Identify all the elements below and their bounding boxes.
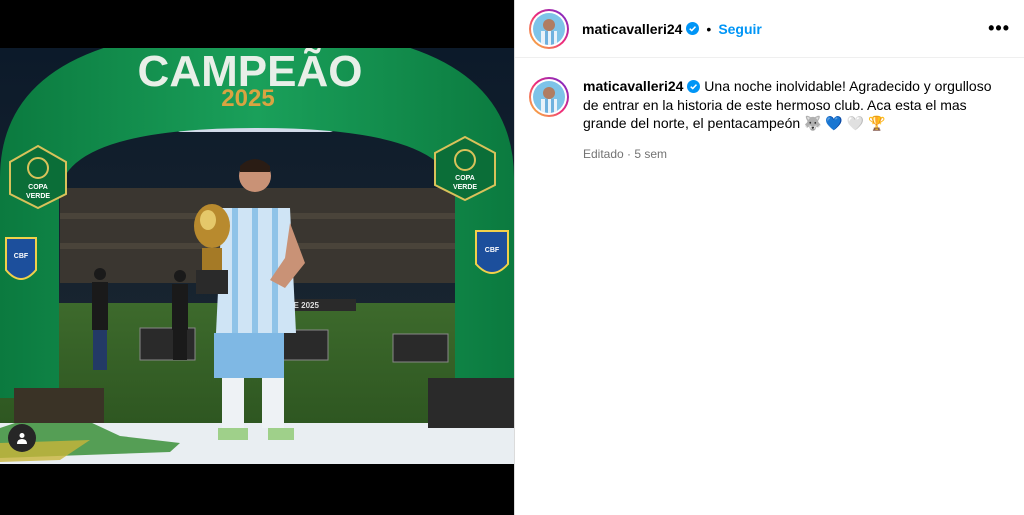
- author-avatar[interactable]: [529, 8, 569, 49]
- user-tag-button[interactable]: [8, 424, 36, 452]
- post-meta: Editado · 5 sem: [583, 146, 668, 161]
- svg-text:CBF: CBF: [14, 253, 29, 260]
- verified-badge-icon: [687, 80, 701, 93]
- svg-text:CBF: CBF: [485, 247, 500, 254]
- arch-year: 2025: [221, 85, 274, 112]
- separator-dot: •: [706, 20, 712, 37]
- post-details-pane: maticavalleri24 • Seguir ••• maticavalle…: [514, 0, 1024, 515]
- caption-text-block: maticavalleri24 Una noche inolvidable! A…: [583, 77, 998, 133]
- cbf-shield-right: CBF: [475, 230, 509, 274]
- follow-button[interactable]: Seguir: [718, 21, 762, 37]
- svg-text:VERDE: VERDE: [26, 193, 50, 200]
- post-photo[interactable]: RDE 2025 CAMPEÃO 2025 COPA VERDE COPA VE…: [0, 48, 514, 464]
- svg-text:VERDE: VERDE: [453, 184, 477, 191]
- post-caption: maticavalleri24 Una noche inolvidable! A…: [515, 58, 1024, 161]
- verified-badge-icon: [686, 22, 700, 35]
- caption-username[interactable]: maticavalleri24: [583, 78, 683, 94]
- post-header: maticavalleri24 • Seguir •••: [515, 0, 1024, 58]
- more-options-icon[interactable]: •••: [988, 18, 1010, 39]
- media-pane: RDE 2025 CAMPEÃO 2025 COPA VERDE COPA VE…: [0, 0, 514, 515]
- cbf-shield-left: CBF: [5, 237, 37, 280]
- caption-avatar[interactable]: [529, 77, 569, 117]
- svg-text:COPA: COPA: [455, 175, 475, 182]
- instagram-post-view: RDE 2025 CAMPEÃO 2025 COPA VERDE COPA VE…: [0, 0, 1024, 515]
- svg-text:COPA: COPA: [28, 184, 48, 191]
- user-tag-icon: [17, 433, 27, 444]
- author-username[interactable]: maticavalleri24: [582, 21, 682, 37]
